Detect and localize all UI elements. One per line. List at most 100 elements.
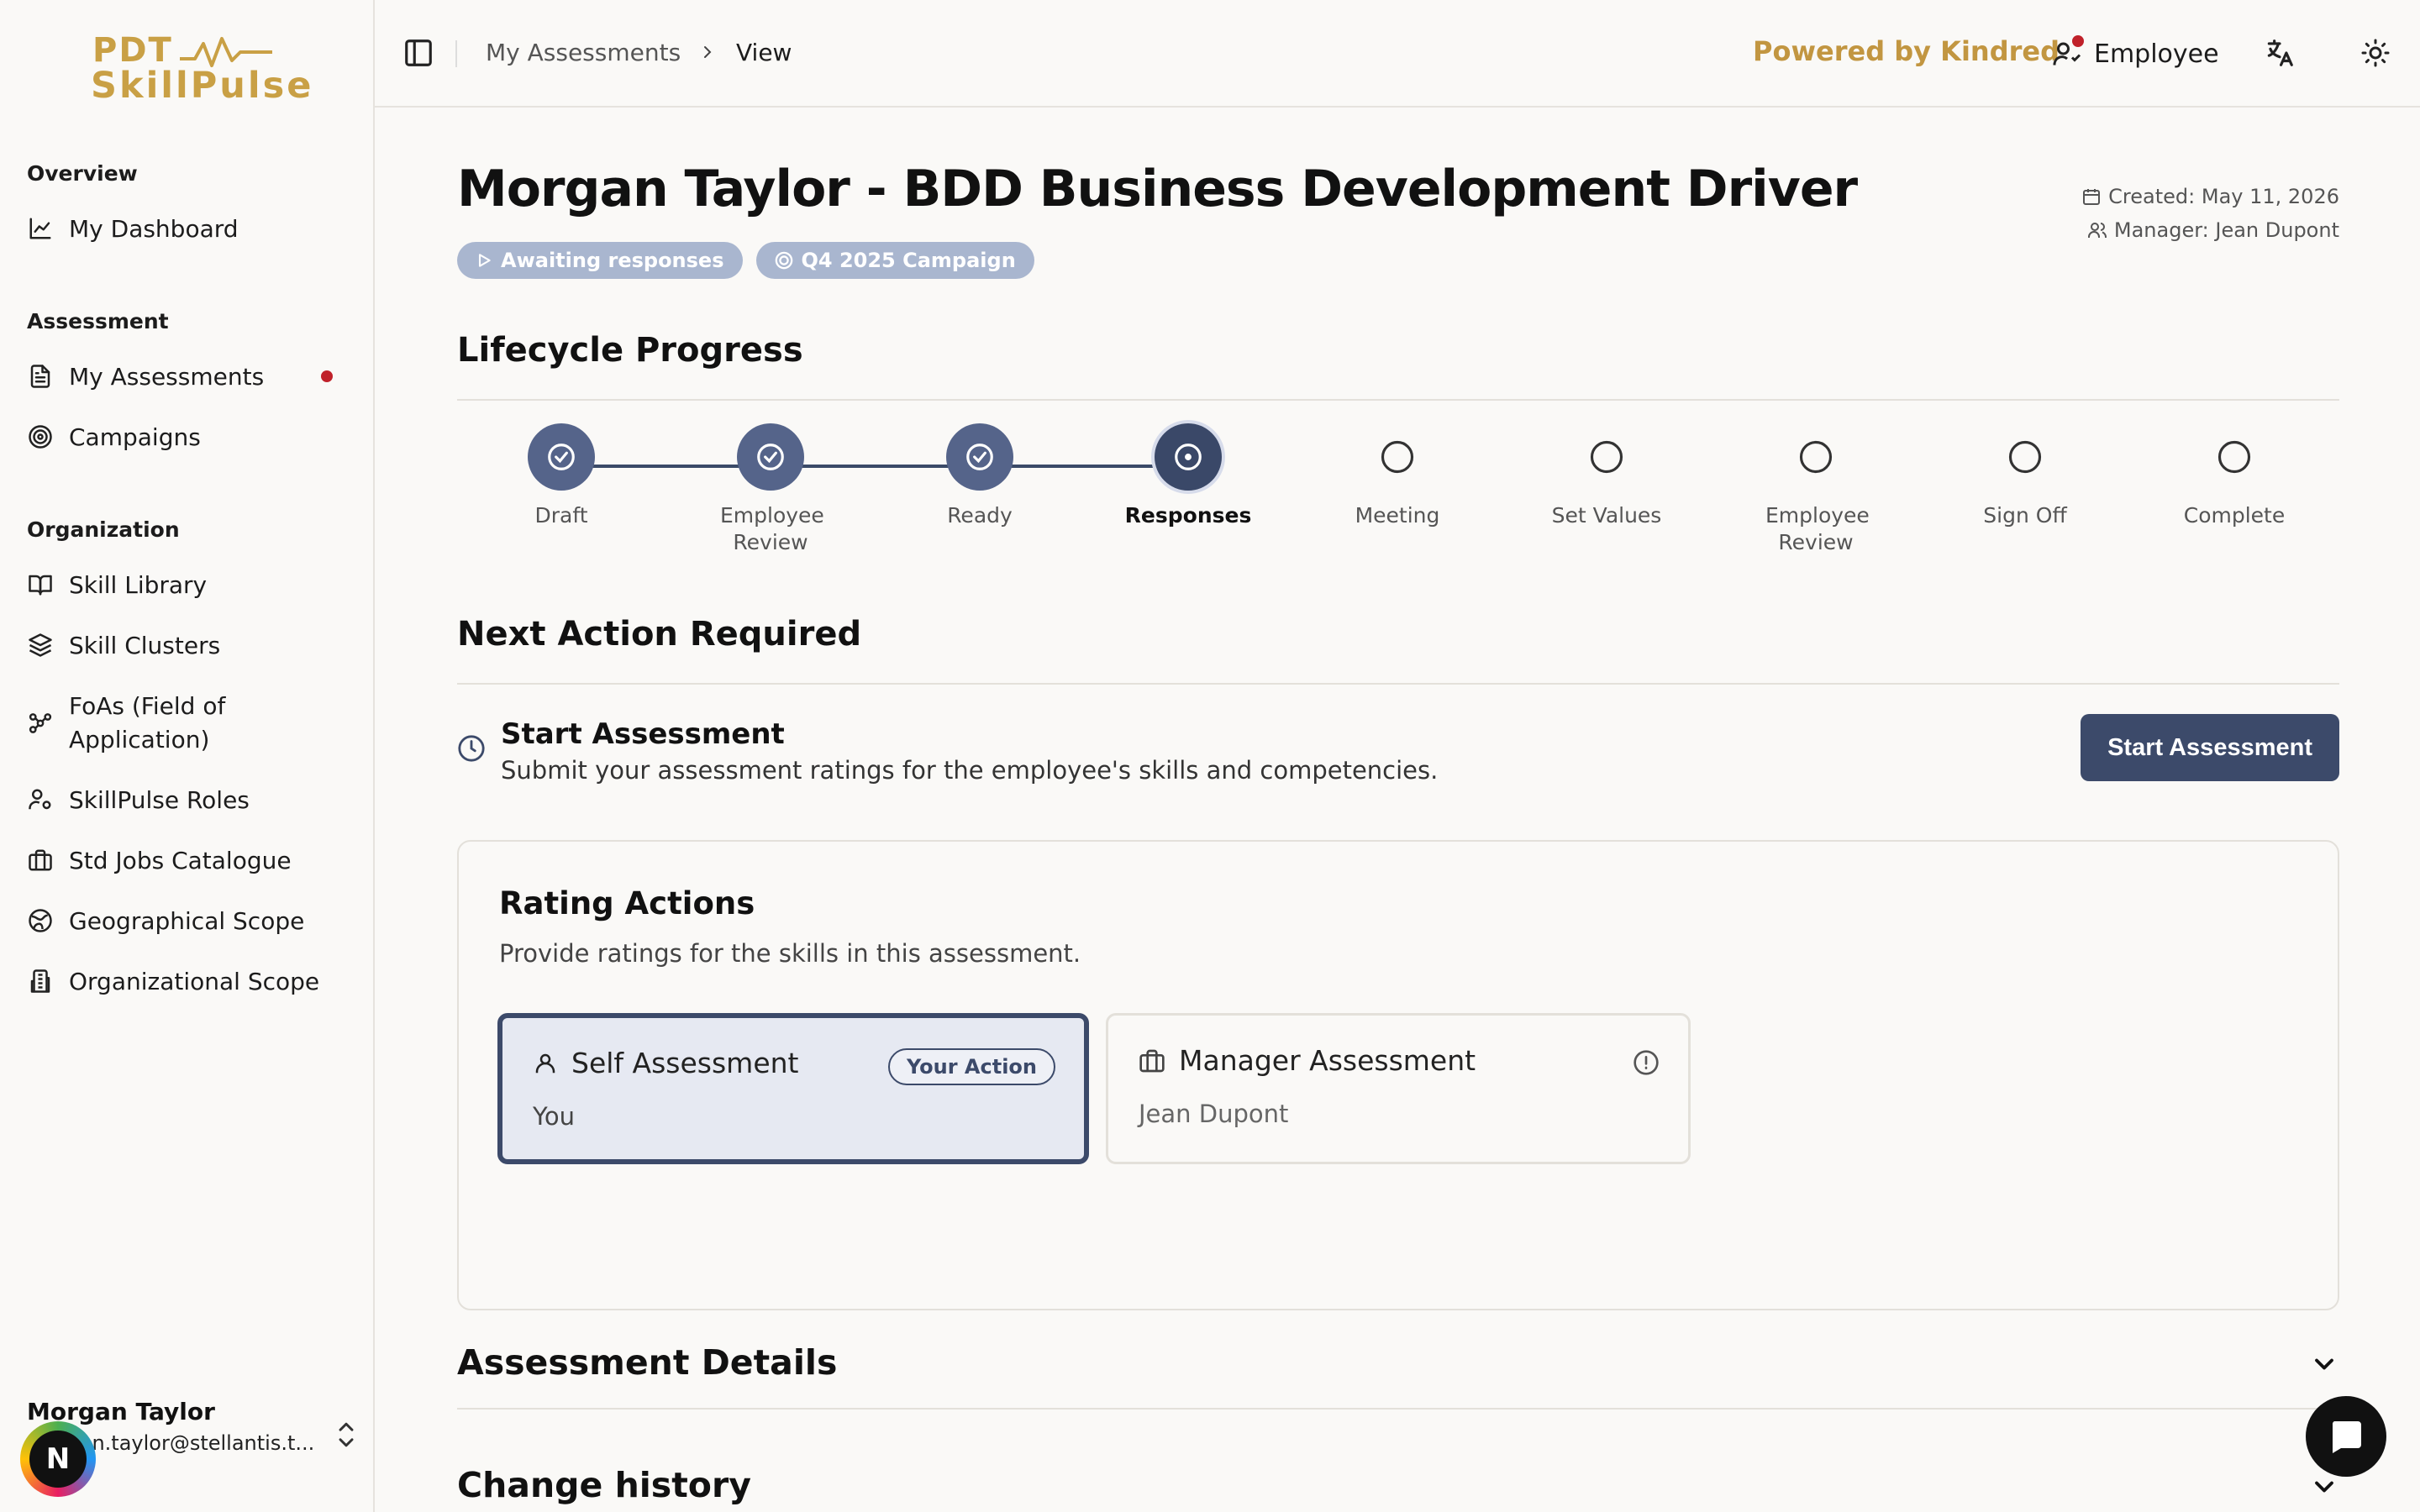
alert-circle-icon[interactable]: [1633, 1049, 1660, 1076]
sidebar-item-my-dashboard[interactable]: My Dashboard: [24, 205, 353, 252]
sidebar-item-organizational-scope[interactable]: Organizational Scope: [24, 958, 353, 1005]
sidebar-item-label: FoAs (Field of Application): [69, 692, 226, 753]
breadcrumb-my-assessments[interactable]: My Assessments: [486, 39, 681, 66]
assessment-meta: Created: May 11, 2026 Manager: Jean Dupo…: [2081, 180, 2339, 247]
user-menu[interactable]: Morgan Taylor morgan.taylor@stellantis.t…: [17, 1388, 361, 1497]
nav-section-organization: Organization: [27, 517, 180, 542]
chat-button[interactable]: [2306, 1396, 2386, 1477]
circle-icon: [1573, 423, 1640, 491]
sidebar-item-skill-clusters[interactable]: Skill Clusters: [24, 622, 353, 669]
rating-actions-card: Rating Actions Provide ratings for the s…: [457, 840, 2339, 1310]
chat-bubble-icon: [2332, 1421, 2361, 1453]
sidebar-item-foas[interactable]: FoAs (Field of Application): [24, 687, 353, 759]
self-assessment-title: Self Assessment: [571, 1047, 799, 1079]
sidebar-item-label: Skill Clusters: [69, 631, 221, 659]
sidebar-item-label: Campaigns: [69, 423, 201, 451]
building-icon: [27, 968, 54, 995]
nav-section-overview: Overview: [27, 161, 138, 186]
chevrons-up-down-icon: [339, 1422, 354, 1447]
layers-icon: [27, 632, 54, 659]
play-icon: [478, 254, 491, 267]
next-action-heading: Start Assessment: [501, 717, 785, 751]
sidebar-item-label: SkillPulse Roles: [69, 785, 250, 814]
divider: [457, 1408, 2339, 1410]
manager-assessment-title: Manager Assessment: [1179, 1044, 1476, 1077]
sidebar-item-skillpulse-roles[interactable]: SkillPulse Roles: [24, 776, 353, 823]
assessment-details-toggle[interactable]: Assessment Details: [457, 1337, 2339, 1413]
chevron-down-icon: [2315, 1358, 2333, 1370]
next-action-panel: Start Assessment Submit your assessment …: [457, 714, 2339, 806]
your-action-badge: Your Action: [887, 1048, 1055, 1085]
target-icon: [775, 251, 792, 270]
sidebar-item-campaigns[interactable]: Campaigns: [24, 413, 353, 460]
chevron-down-icon: [2315, 1481, 2333, 1493]
lifecycle-title: Lifecycle Progress: [457, 331, 803, 370]
step-label: Ready: [947, 503, 1013, 528]
assessment-details-title: Assessment Details: [457, 1342, 838, 1383]
created-date: Created: May 11, 2026: [2108, 185, 2339, 208]
circle-icon: [1782, 423, 1849, 491]
step-label: Responses: [1124, 503, 1252, 528]
self-assessment-owner: You: [533, 1102, 575, 1131]
sidebar-item-my-assessments[interactable]: My Assessments: [24, 353, 353, 400]
campaign-badge-label: Q4 2025 Campaign: [801, 249, 1016, 272]
lifecycle-steps: Draft Employee Review Ready Responses Me…: [457, 423, 2339, 575]
step-label: Complete: [2183, 503, 2286, 528]
user-cog-icon: [27, 786, 54, 813]
rating-actions-description: Provide ratings for the skills in this a…: [499, 939, 1081, 968]
sun-icon[interactable]: [2358, 35, 2393, 71]
progress-line: [561, 465, 1188, 468]
step-draft: Draft: [477, 423, 645, 529]
briefcase-icon: [1139, 1049, 1165, 1072]
manager-assessment-card[interactable]: Manager Assessment Jean Dupont: [1106, 1013, 1691, 1164]
status-badge-label: Awaiting responses: [501, 249, 724, 272]
sidebar-item-label: My Dashboard: [69, 214, 239, 243]
role-label: Employee: [2094, 39, 2219, 69]
step-label: Draft: [534, 503, 588, 528]
circle-icon: [2201, 423, 2268, 491]
check-circle-icon: [737, 423, 804, 491]
sidebar-toggle-icon[interactable]: [402, 37, 435, 69]
sidebar-item-skill-library[interactable]: Skill Library: [24, 561, 353, 608]
step-label: Employee Review: [720, 503, 824, 554]
status-badges: Awaiting responses Q4 2025 Campaign: [457, 242, 1034, 279]
divider: [457, 683, 2339, 685]
briefcase-icon: [27, 847, 54, 874]
step-complete: Complete: [2150, 423, 2318, 529]
logo-text-top: PDT: [92, 31, 173, 70]
self-assessment-card[interactable]: Self Assessment Your Action You: [497, 1013, 1089, 1164]
page-title: Morgan Taylor - BDD Business Development…: [457, 160, 1858, 218]
step-label: Set Values: [1551, 503, 1662, 528]
change-history-toggle[interactable]: Change history: [457, 1460, 2339, 1512]
status-badge: Awaiting responses: [457, 242, 743, 279]
logo-text-bottom: SkillPulse: [91, 65, 314, 107]
step-label: Meeting: [1355, 503, 1440, 528]
calendar-icon: [2083, 189, 2101, 205]
chart-line-icon: [27, 215, 54, 242]
step-label: Sign Off: [1983, 503, 2067, 528]
step-ready: Ready: [896, 423, 1064, 529]
sidebar-item-label: My Assessments: [69, 362, 265, 391]
main-content: Morgan Taylor - BDD Business Development…: [457, 108, 2339, 1512]
app-logo[interactable]: PDT SkillPulse: [91, 31, 311, 108]
dev-tools-badge[interactable]: N: [20, 1421, 96, 1497]
sidebar-item-std-jobs-catalogue[interactable]: Std Jobs Catalogue: [24, 837, 353, 884]
campaign-badge: Q4 2025 Campaign: [755, 242, 1034, 279]
step-employee-review: Employee Review: [687, 423, 855, 556]
user-icon: [535, 1053, 555, 1073]
manager-assessment-owner: Jean Dupont: [1139, 1100, 1289, 1128]
divider: [457, 399, 2339, 401]
sidebar-item-label: Geographical Scope: [69, 906, 305, 935]
rating-actions-title: Rating Actions: [499, 885, 755, 921]
badge-letter: N: [29, 1431, 87, 1488]
step-meeting: Meeting: [1313, 423, 1481, 529]
sidebar-item-geographical-scope[interactable]: Geographical Scope: [24, 897, 353, 944]
role-switcher[interactable]: Employee: [2052, 30, 2219, 77]
start-assessment-button[interactable]: Start Assessment: [2081, 714, 2339, 781]
next-action-description: Submit your assessment ratings for the e…: [501, 756, 1439, 785]
step-sign-off: Sign Off: [1941, 423, 2109, 529]
translate-icon[interactable]: [2262, 35, 2297, 71]
next-action-title: Next Action Required: [457, 615, 862, 654]
change-history-title: Change history: [457, 1465, 751, 1505]
check-circle-icon: [946, 423, 1013, 491]
